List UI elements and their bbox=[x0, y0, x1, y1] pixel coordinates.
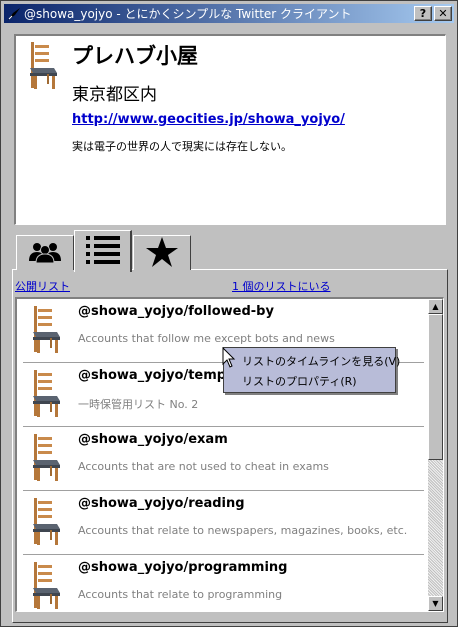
public-lists-link[interactable]: 公開リスト bbox=[15, 278, 70, 294]
star-icon bbox=[146, 236, 178, 270]
chair-icon bbox=[31, 498, 61, 549]
list-item-name: @showa_yojyo/temp2 bbox=[78, 368, 236, 383]
chair-icon bbox=[31, 434, 61, 485]
list-item[interactable]: @showa_yojyo/programming Accounts that r… bbox=[23, 555, 424, 611]
list-view[interactable]: @showa_yojyo/followed-by Accounts that f… bbox=[15, 297, 444, 612]
list-item-description: Accounts that follow me except bots and … bbox=[78, 332, 335, 345]
app-icon bbox=[6, 6, 22, 22]
tab-favorites[interactable] bbox=[133, 235, 191, 270]
tab-lists[interactable] bbox=[74, 230, 132, 272]
scroll-down-button[interactable]: ▼ bbox=[428, 596, 443, 611]
help-button[interactable]: ? bbox=[414, 6, 432, 21]
profile-url-link[interactable]: http://www.geocities.jp/showa_yojyo/ bbox=[72, 112, 345, 127]
app-window: @showa_yojyo - とにかくシンプルな Twitter クライアント … bbox=[0, 0, 458, 627]
scrollbar[interactable]: ▲ ▼ bbox=[428, 299, 443, 611]
list-item-description: Accounts that are not used to cheat in e… bbox=[78, 460, 329, 473]
users-icon bbox=[28, 241, 62, 266]
profile-panel: プレハブ小屋 東京都区内 http://www.geocities.jp/sho… bbox=[14, 34, 446, 225]
list-item-name: @showa_yojyo/followed-by bbox=[78, 304, 274, 319]
list-item-name: @showa_yojyo/reading bbox=[78, 496, 245, 511]
window-title: @showa_yojyo - とにかくシンプルな Twitter クライアント bbox=[24, 7, 352, 21]
list-item-description: Accounts that relate to programming bbox=[78, 588, 283, 601]
chair-icon bbox=[28, 42, 58, 93]
list-item[interactable]: @showa_yojyo/reading Accounts that relat… bbox=[23, 491, 424, 555]
chair-icon bbox=[31, 370, 61, 421]
scroll-thumb[interactable] bbox=[428, 314, 443, 460]
profile-name: プレハブ小屋 bbox=[72, 44, 198, 68]
list-item-description: 一時保管用リスト No. 2 bbox=[78, 398, 199, 411]
title-bar[interactable]: @showa_yojyo - とにかくシンプルな Twitter クライアント … bbox=[4, 4, 454, 23]
tab-users[interactable] bbox=[16, 235, 74, 270]
list-icon bbox=[85, 235, 120, 268]
list-item-name: @showa_yojyo/programming bbox=[78, 560, 288, 575]
close-button[interactable]: ✕ bbox=[434, 6, 452, 21]
list-item-description: Accounts that relate to newspapers, maga… bbox=[78, 524, 408, 537]
profile-bio: 実は電子の世界の人で現実には存在しない。 bbox=[72, 140, 292, 153]
scroll-up-button[interactable]: ▲ bbox=[428, 299, 443, 314]
chair-icon bbox=[31, 562, 61, 611]
menu-item-list-properties[interactable]: リストのプロパティ(R) bbox=[242, 373, 357, 389]
list-item-name: @showa_yojyo/exam bbox=[78, 432, 228, 447]
mouse-cursor-icon bbox=[222, 346, 236, 372]
list-item[interactable]: @showa_yojyo/exam Accounts that are not … bbox=[23, 427, 424, 491]
context-menu: リストのタイムラインを見る(V) リストのプロパティ(R) bbox=[223, 347, 400, 393]
profile-location: 東京都区内 bbox=[72, 85, 157, 105]
menu-item-view-timeline[interactable]: リストのタイムラインを見る(V) bbox=[242, 353, 400, 369]
listed-count-link[interactable]: 1 個のリストにいる bbox=[232, 278, 331, 294]
chair-icon bbox=[31, 306, 61, 357]
